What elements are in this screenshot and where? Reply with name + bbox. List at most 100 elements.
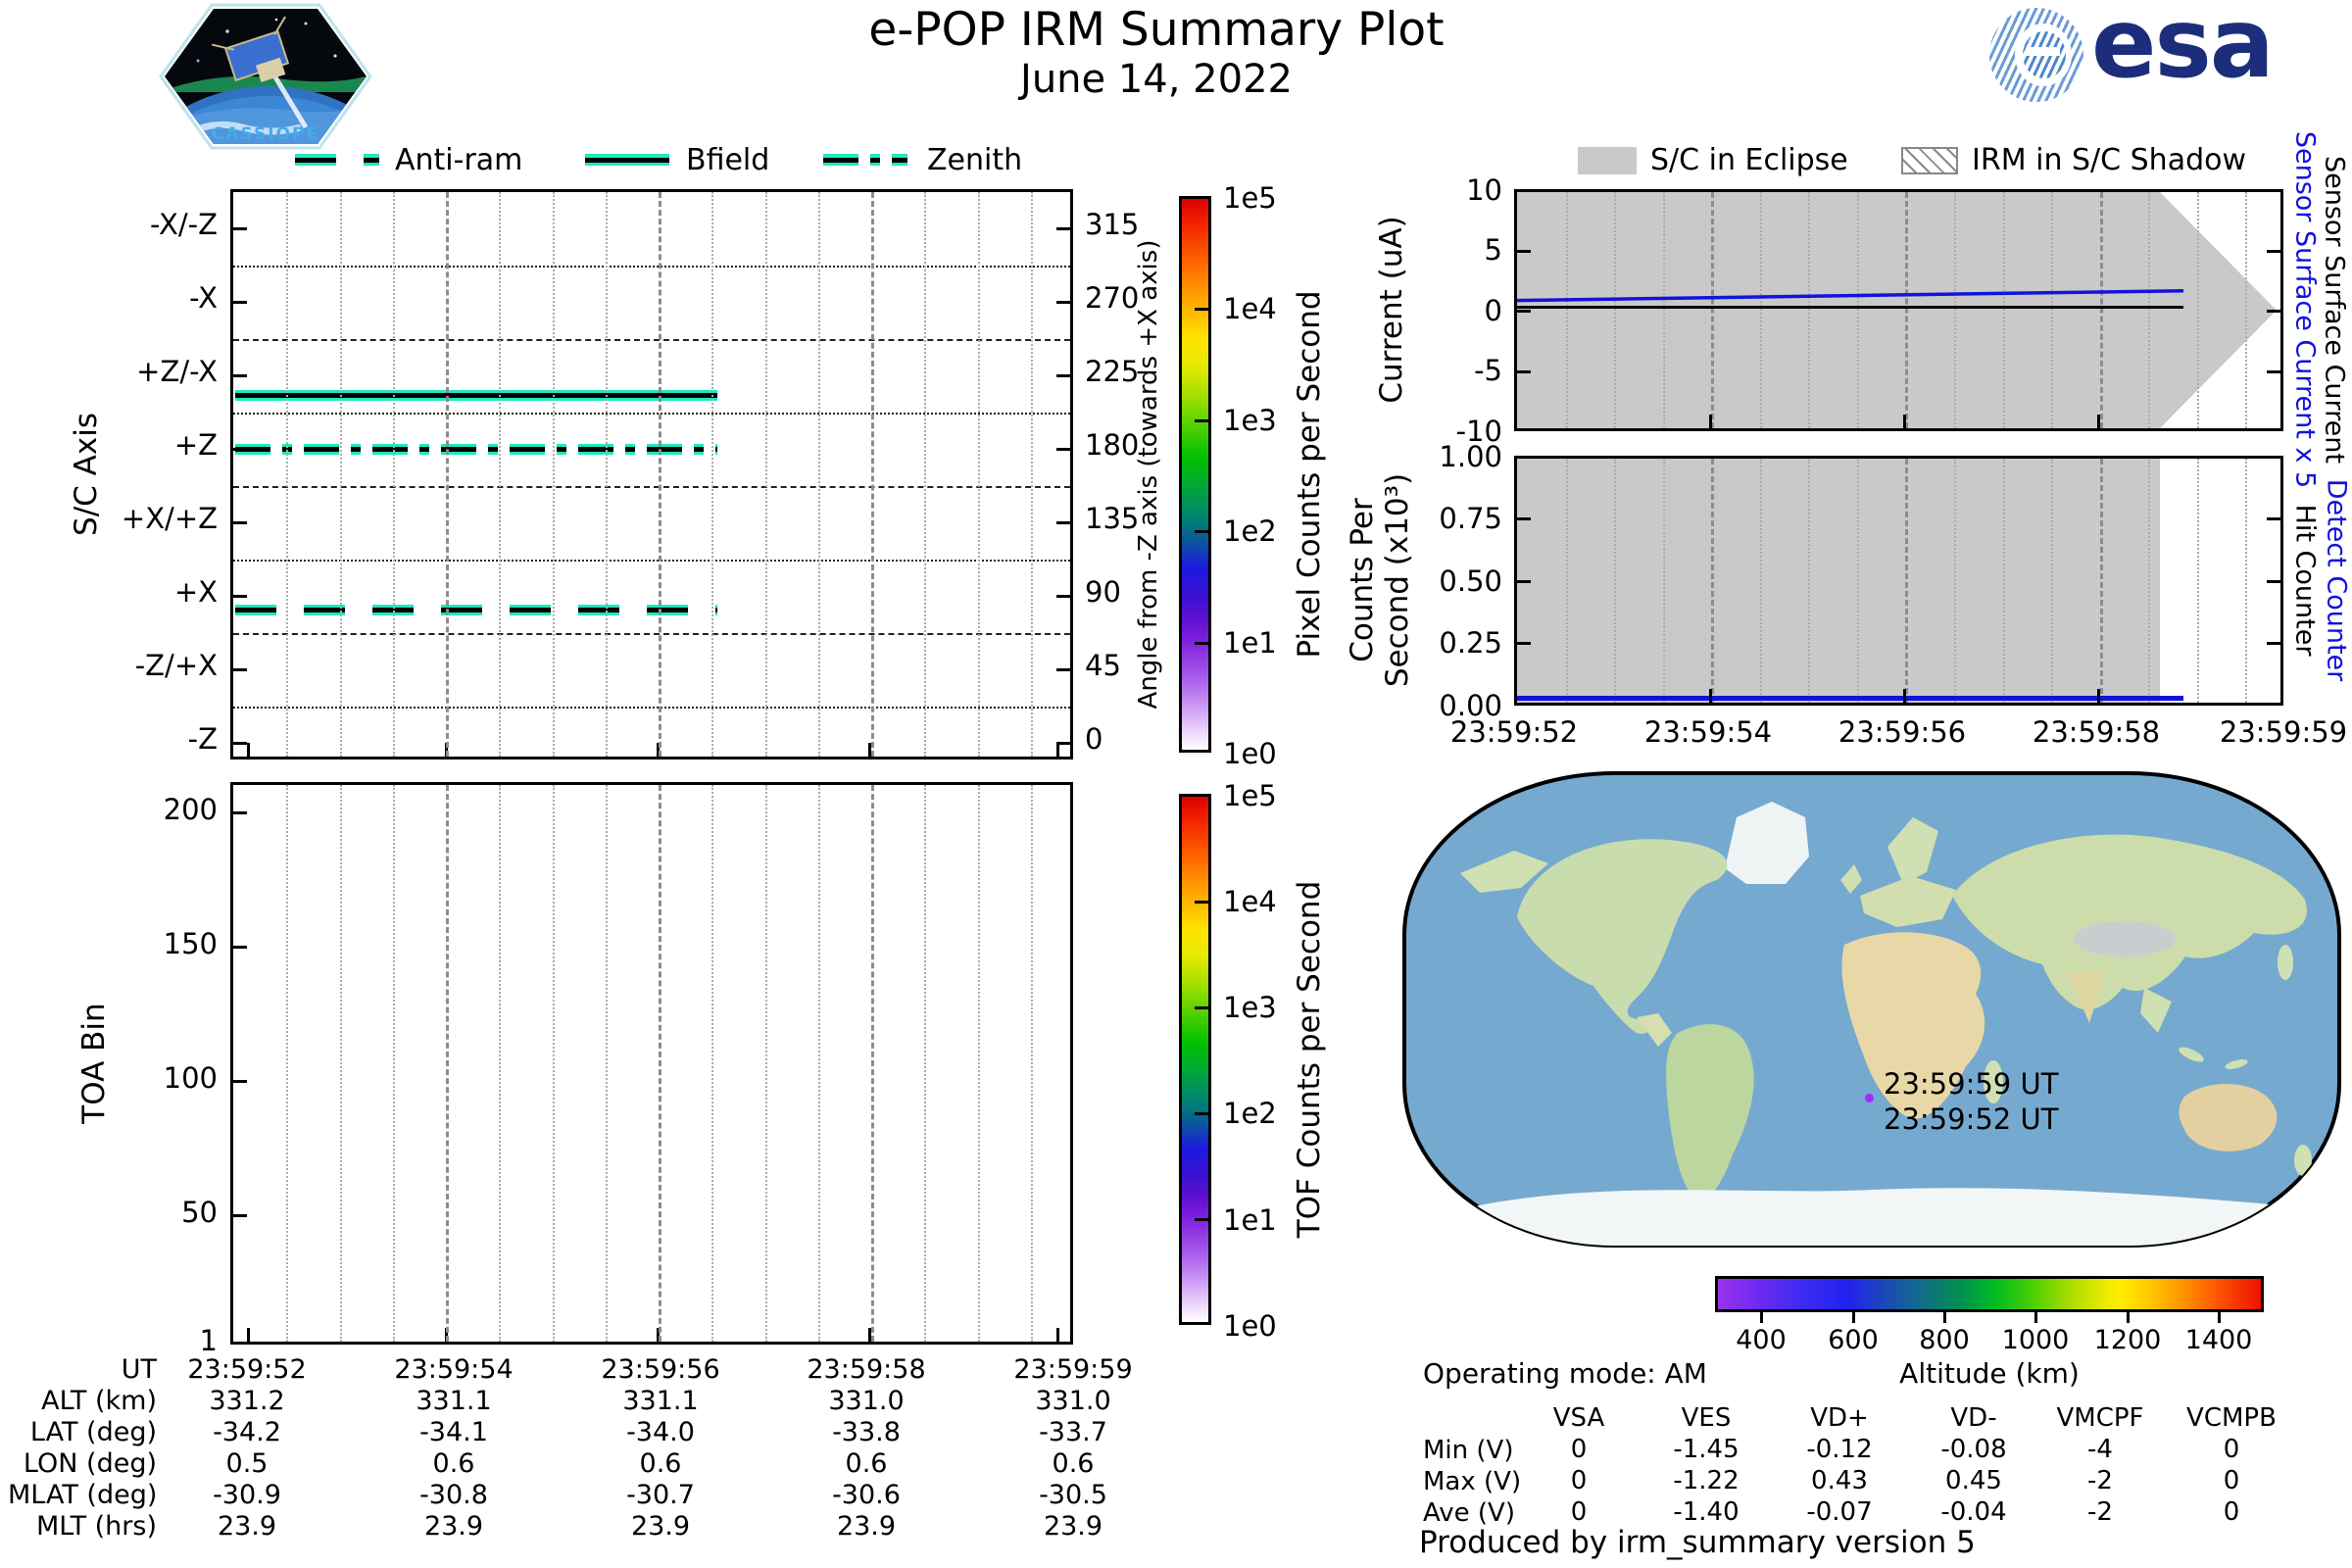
sensor-tick-7: -Z (59, 723, 218, 755)
right-xtick-2: 23:59:56 (1819, 715, 1985, 749)
vcell: 0 (2148, 1435, 2315, 1464)
ephem-cell: -30.6 (783, 1480, 950, 1510)
counters-plot (1514, 456, 2283, 706)
ephem-cell: 331.0 (990, 1386, 1156, 1416)
antarctica (1460, 1188, 2283, 1249)
altitude-cbar-label: Altitude (km) (1872, 1358, 2107, 1390)
angle-tick-4: 135 (1085, 503, 1139, 534)
ephem-cell: 331.0 (783, 1386, 950, 1416)
vcol-5: VCMPB (2148, 1403, 2315, 1433)
ephem-cell: 0.6 (577, 1448, 744, 1479)
ephem-cell: 23.9 (164, 1511, 330, 1542)
ephem-cell: 23:59:54 (370, 1354, 537, 1385)
ephem-cell: 0.6 (990, 1448, 1156, 1479)
ephem-row-label: MLAT (deg) (8, 1480, 157, 1511)
pixel-cbar-tick-4: 1e1 (1223, 627, 1277, 659)
vcell: 0 (2148, 1466, 2315, 1495)
ephem-cell: -30.7 (577, 1480, 744, 1510)
angle-tick-7: 0 (1085, 723, 1102, 755)
ephem-cell: 23.9 (783, 1511, 950, 1542)
esa-logo: esa (1989, 6, 2342, 104)
pixel-colorbar (1179, 196, 1211, 753)
sensor-surface-current-x5-line (1517, 291, 2183, 301)
map-time-label-end: 23:59:59 UT (1884, 1068, 2058, 1100)
current-ytick-3: -5 (1396, 355, 1502, 386)
ephem-cell: 23.9 (370, 1511, 537, 1542)
angle-tick-6: 45 (1085, 650, 1121, 681)
ephem-cell: -30.8 (370, 1480, 537, 1510)
sc-axis-plot (230, 189, 1073, 760)
right-xtick-0: 23:59:52 (1431, 715, 1597, 749)
ephem-cell: 0.6 (370, 1448, 537, 1479)
angle-tick-1: 270 (1085, 282, 1139, 314)
tof-cbar-tick-1: 1e4 (1223, 886, 1277, 917)
map-time-label-start: 23:59:52 UT (1884, 1103, 2058, 1135)
ephem-cell: 23:59:58 (783, 1354, 950, 1385)
current-right-label-black: Sensor Surface Current (2320, 156, 2350, 464)
ephem-row-label: LON (deg) (8, 1448, 157, 1480)
angle-tick-2: 225 (1085, 356, 1139, 387)
alt-tick-5: 1400 (2135, 1325, 2302, 1355)
sc-axis-ylabel: S/C Axis (69, 413, 104, 536)
tof-cbar-tick-4: 1e1 (1223, 1204, 1277, 1236)
pixel-cbar-tick-3: 1e2 (1223, 515, 1277, 547)
ephem-row-label: UT (8, 1354, 157, 1386)
ephem-cell: 331.1 (370, 1386, 537, 1416)
ephem-cell: -33.7 (990, 1417, 1156, 1447)
ephem-cell: -34.1 (370, 1417, 537, 1447)
world-map (1401, 770, 2342, 1249)
current-ytick-1: 5 (1396, 234, 1502, 266)
new-zealand (2294, 1145, 2312, 1176)
toa-bin-plot (230, 782, 1073, 1345)
ephem-cell: -30.5 (990, 1480, 1156, 1510)
counts-ylabel-line2: Second (x10³) (1380, 473, 1415, 687)
ephem-row-label: ALT (km) (8, 1386, 157, 1417)
vcell: 0 (2148, 1497, 2315, 1527)
ephem-cell: 23.9 (577, 1511, 744, 1542)
ephem-cell: 23:59:59 (990, 1354, 1156, 1385)
patch-text: CASSIOPE (212, 124, 319, 144)
shadow-hatch-swatch (1901, 147, 1958, 174)
legend-label-zenith: Zenith (927, 145, 1022, 176)
current-ytick-2: 0 (1396, 295, 1502, 326)
sensor-tick-1: -X (59, 282, 218, 314)
ephem-cell: -33.8 (783, 1417, 950, 1447)
ephem-cell: 331.2 (164, 1386, 330, 1416)
ephem-cell: -34.0 (577, 1417, 744, 1447)
toa-tick-4: 1 (59, 1325, 218, 1356)
legend-label-bfield: Bfield (686, 145, 769, 176)
page-date: June 14, 2022 (666, 57, 1646, 102)
tof-cbar-tick-5: 1e0 (1223, 1310, 1277, 1342)
tof-cbar-tick-2: 1e3 (1223, 992, 1277, 1023)
pixel-cbar-label: Pixel Counts per Second (1292, 290, 1327, 658)
himalaya (2074, 921, 2176, 956)
operating-mode: Operating mode: AM (1423, 1358, 1707, 1390)
angle-axis-label: Angle from -Z axis (towards +X axis) (1134, 240, 1163, 710)
toa-bin-ylabel: TOA Bin (76, 1003, 112, 1123)
right-xtick-1: 23:59:54 (1625, 715, 1791, 749)
current-right-label-blue: Sensor Surface Current x 5 (2290, 131, 2321, 488)
footer-version: Produced by irm_summary version 5 (1419, 1527, 1976, 1558)
angle-tick-5: 90 (1085, 576, 1121, 608)
esa-wordmark: esa (2091, 0, 2273, 100)
toa-tick-3: 50 (59, 1197, 218, 1228)
ephem-cell: 23:59:56 (577, 1354, 744, 1385)
japan (2278, 945, 2293, 980)
bfield-line-sample (585, 154, 669, 166)
counts-ylabel-line1: Counts Per (1345, 498, 1380, 662)
bfield-line (235, 390, 717, 401)
counters-right-label-blue: Detect Counter (2322, 479, 2352, 682)
esa-globe-icon (1989, 8, 2083, 102)
shadow-legend-label: IRM in S/C Shadow (1972, 145, 2246, 176)
toa-tick-1: 150 (59, 928, 218, 959)
ground-track-dot (1865, 1094, 1874, 1102)
ephem-cell: -34.2 (164, 1417, 330, 1447)
ephem-cell: 0.6 (783, 1448, 950, 1479)
epop-irm-summary-figure: CASSIOPE e-POP IRM Summary Plot June 14,… (0, 0, 2352, 1568)
legend-label-anti-ram: Anti-ram (395, 145, 522, 176)
ephem-row-label: MLT (hrs) (8, 1511, 157, 1543)
ephem-cell: 23:59:52 (164, 1354, 330, 1385)
sensor-tick-0: -X/-Z (59, 209, 218, 240)
eclipse-legend-label: S/C in Eclipse (1650, 145, 1848, 176)
cassiope-mission-patch: CASSIOPE (159, 2, 372, 151)
